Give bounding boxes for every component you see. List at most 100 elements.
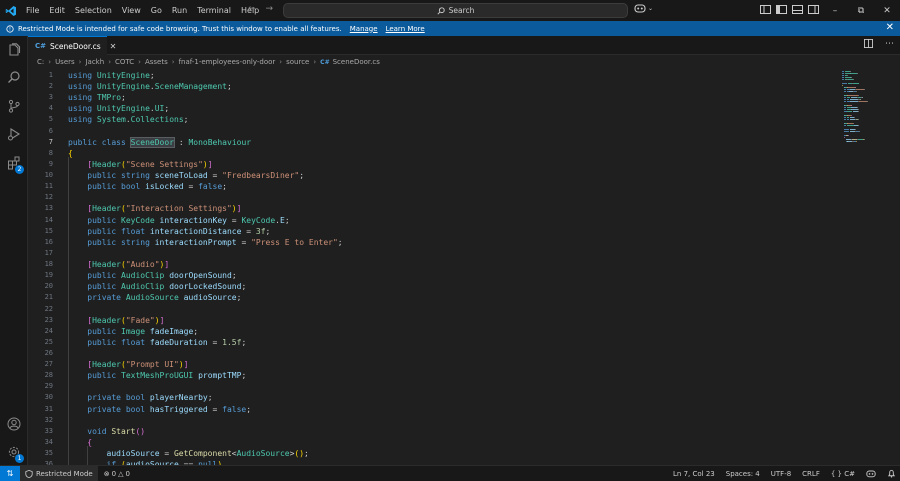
copilot-menu[interactable]: ⌄	[634, 3, 653, 13]
tab-scenedoor[interactable]: C# SceneDoor.cs ✕	[28, 36, 116, 55]
more-actions-icon[interactable]: ⋯	[885, 39, 894, 51]
menu-selection[interactable]: Selection	[71, 0, 116, 21]
code-line[interactable]: 5 using System.Collections;	[28, 114, 840, 125]
code-text: private bool playerNearby;	[68, 392, 212, 403]
code-line[interactable]: 31 private bool hasTriggered = false;	[28, 404, 840, 415]
code-line[interactable]: 13 [Header("Interaction Settings")]	[28, 203, 840, 214]
breadcrumb-item[interactable]: Users	[55, 58, 75, 66]
code-line[interactable]: 10 public string sceneToLoad = "Fredbear…	[28, 170, 840, 181]
encoding[interactable]: UTF-8	[771, 470, 791, 478]
code-line[interactable]: 19 public AudioClip doorOpenSound;	[28, 270, 840, 281]
code-line[interactable]: 15 public float interactionDistance = 3f…	[28, 226, 840, 237]
manage-gear-icon[interactable]: 1	[0, 439, 28, 465]
banner-manage-link[interactable]: Manage	[350, 25, 378, 33]
code-line[interactable]: 21 private AudioSource audioSource;	[28, 292, 840, 303]
menu-terminal[interactable]: Terminal	[193, 0, 235, 21]
source-control-icon[interactable]	[0, 93, 28, 119]
code-line[interactable]: 20 public AudioClip doorLockedSound;	[28, 281, 840, 292]
menu-bar: File Edit Selection View Go Run Terminal…	[22, 0, 265, 21]
extensions-badge: 2	[15, 165, 24, 174]
toggle-panel-icon[interactable]	[792, 4, 803, 15]
command-center-search[interactable]: Search	[283, 3, 628, 18]
code-line[interactable]: 3 using TMPro;	[28, 92, 840, 103]
menu-edit[interactable]: Edit	[45, 0, 69, 21]
code-line[interactable]: 8{	[28, 148, 840, 159]
code-line[interactable]: 30 private bool playerNearby;	[28, 392, 840, 403]
minimap-token	[851, 109, 859, 110]
code-line[interactable]: 11 public bool isLocked = false;	[28, 181, 840, 192]
forward-arrow-icon[interactable]: →	[266, 4, 274, 14]
copilot-status-icon[interactable]	[866, 469, 876, 480]
banner-close-icon[interactable]: ✕	[886, 22, 894, 33]
code-line[interactable]: 2 using UnityEngine.SceneManagement;	[28, 81, 840, 92]
code-line[interactable]: 35 audioSource = GetComponent<AudioSourc…	[28, 448, 840, 459]
banner-learn-more-link[interactable]: Learn More	[386, 25, 425, 33]
menu-go[interactable]: Go	[147, 0, 166, 21]
code-line[interactable]: 7 public class SceneDoor : MonoBehaviour	[28, 136, 840, 148]
code-line[interactable]: 18 [Header("Audio")]	[28, 259, 840, 270]
menu-view[interactable]: View	[118, 0, 145, 21]
code-line[interactable]: 27 [Header("Prompt UI")]	[28, 359, 840, 370]
menu-run[interactable]: Run	[168, 0, 191, 21]
search-sidebar-icon[interactable]	[0, 64, 28, 90]
code-line[interactable]: 28 public TextMeshProUGUI promptTMP;	[28, 370, 840, 381]
code-line[interactable]: 22	[28, 304, 840, 315]
code-line[interactable]: 25 public float fadeDuration = 1.5f;	[28, 337, 840, 348]
layout-panel-icon[interactable]	[760, 4, 771, 15]
code-line[interactable]: 4 using UnityEngine.UI;	[28, 103, 840, 114]
toggle-secondary-sidebar-icon[interactable]	[808, 4, 819, 15]
breadcrumb-item[interactable]: source	[286, 58, 309, 66]
restricted-mode-status[interactable]: Restricted Mode	[20, 465, 98, 481]
code-line[interactable]: 14 public KeyCode interactionKey = KeyCo…	[28, 215, 840, 226]
problems-status[interactable]: ⊗ 0 △ 0	[98, 470, 136, 478]
breadcrumb-item[interactable]: C:	[37, 58, 44, 66]
code-line[interactable]: 17	[28, 248, 840, 259]
code-line[interactable]: 6	[28, 126, 840, 137]
breadcrumb-item[interactable]: COTC	[115, 58, 134, 66]
code-line[interactable]: 32	[28, 415, 840, 426]
run-debug-icon[interactable]	[0, 121, 28, 147]
minimap-token	[864, 139, 865, 140]
remote-indicator-icon[interactable]: ⇅	[0, 465, 20, 481]
warning-count: 0	[125, 469, 130, 478]
breadcrumb-item[interactable]: fnaf-1-employees-only-door	[179, 58, 276, 66]
code-line[interactable]: 33 void Start()	[28, 426, 840, 437]
code-line[interactable]: 29	[28, 381, 840, 392]
minimize-icon[interactable]: –	[822, 0, 848, 21]
restore-icon[interactable]: ⧉	[848, 0, 874, 21]
code-token: using	[68, 71, 93, 80]
split-editor-icon[interactable]	[864, 39, 873, 51]
extensions-icon[interactable]: 2	[0, 150, 28, 176]
minimap-token	[850, 115, 852, 116]
back-arrow-icon[interactable]: ←	[248, 4, 256, 14]
code-line[interactable]: 12	[28, 192, 840, 203]
toggle-sidebar-icon[interactable]	[776, 4, 787, 15]
minimap[interactable]	[840, 69, 900, 465]
explorer-icon[interactable]	[0, 37, 28, 63]
code-line[interactable]: 16 public string interactionPrompt = "Pr…	[28, 237, 840, 248]
code-line[interactable]: 9 [Header("Scene Settings")]	[28, 159, 840, 170]
notifications-bell-icon[interactable]	[887, 469, 896, 480]
code-line[interactable]: 24 public Image fadeImage;	[28, 326, 840, 337]
code-editor[interactable]: 1 using UnityEngine; 2 using UnityEngine.Sc…	[28, 69, 840, 465]
minimap-token	[862, 97, 863, 98]
breadcrumb-item[interactable]: SceneDoor.cs	[333, 58, 380, 66]
cursor-position[interactable]: Ln 7, Col 23	[673, 470, 715, 478]
indentation[interactable]: Spaces: 4	[726, 470, 760, 478]
code-token: ;	[337, 237, 343, 247]
tab-close-icon[interactable]: ✕	[110, 42, 117, 51]
line-ending[interactable]: CRLF	[802, 470, 820, 478]
accounts-icon[interactable]	[0, 411, 28, 437]
menu-file[interactable]: File	[22, 0, 43, 21]
breadcrumb-item[interactable]: Assets	[145, 58, 168, 66]
line-number: 4	[48, 104, 53, 113]
breadcrumb-item[interactable]: Jackh	[85, 58, 104, 66]
code-line[interactable]: 23 [Header("Fade")]	[28, 315, 840, 326]
code-line[interactable]: 26	[28, 348, 840, 359]
code-line[interactable]: 34 {	[28, 437, 840, 448]
close-window-icon[interactable]: ✕	[874, 0, 900, 21]
language-mode[interactable]: { } C#	[831, 470, 855, 478]
code-line[interactable]: 1 using UnityEngine;	[28, 70, 840, 81]
code-token: "Interaction Settings"	[125, 204, 232, 214]
